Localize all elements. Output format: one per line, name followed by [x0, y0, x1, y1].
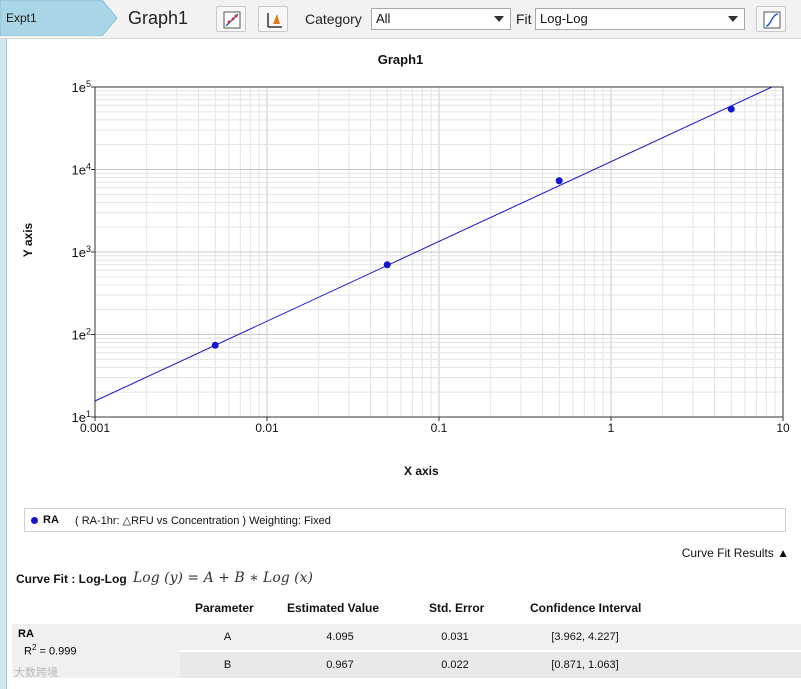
y-tick-exponent: 4 — [86, 162, 91, 172]
y-tick-label: 1e5 — [72, 79, 91, 95]
y-tick-base: 1e — [72, 80, 86, 95]
x-tick-labels: 0.001 0.01 0.1 1 10 — [80, 417, 790, 435]
data-point — [727, 105, 735, 113]
ci-cell: [0.871, 1.063] — [551, 659, 619, 671]
fit-line — [94, 86, 773, 402]
header-confidence-interval: Confidence Interval — [530, 601, 642, 615]
data-point — [555, 177, 563, 185]
x-tick-label: 1 — [608, 421, 615, 435]
legend: RA ( RA-1hr: △RFU vs Concentration ) Wei… — [24, 508, 786, 532]
y-tick-label: 1e4 — [72, 162, 91, 178]
y-tick-label: 1e2 — [72, 327, 91, 343]
y-tick-exponent: 1 — [86, 409, 91, 419]
r2-value: = 0.999 — [36, 645, 77, 658]
curve-fit-label: Curve Fit : Log-Log — [16, 572, 127, 586]
grid — [94, 87, 783, 418]
y-tick-exponent: 3 — [86, 244, 91, 254]
ci-cell: [3.962, 4.227] — [551, 631, 619, 643]
log-log-chart: 0.001 0.01 0.1 1 10 1e11e21e31e41e5 X axis Y… — [21, 79, 790, 478]
y-tick-base: 1e — [72, 163, 86, 178]
y-tick-exponent: 2 — [86, 327, 91, 337]
watermark-text: 大数跨境 — [14, 667, 58, 679]
curve-fit-results-toggle[interactable]: Curve Fit Results ▲ — [682, 546, 789, 560]
y-tick-exponent: 5 — [86, 79, 91, 89]
y-axis-label: Y axis — [21, 222, 35, 257]
y-tick-base: 1e — [72, 328, 86, 343]
x-tick-label: 0.01 — [255, 421, 279, 435]
table-row: B 0.967 0.022 [0.871, 1.063] — [180, 652, 801, 678]
legend-description: ( RA-1hr: △RFU vs Concentration ) Weight… — [75, 515, 331, 527]
table-row: A 4.095 0.031 [3.962, 4.227] — [180, 624, 801, 650]
header-estimated-value: Estimated Value — [287, 601, 380, 615]
value-cell: 0.967 — [326, 659, 354, 671]
x-tick-label: 0.1 — [431, 421, 448, 435]
y-tick-base: 1e — [72, 410, 86, 425]
r2-label: R — [24, 645, 32, 658]
y-tick-labels: 1e11e21e31e41e5 — [72, 79, 95, 425]
header-parameter: Parameter — [195, 601, 254, 615]
error-cell: 0.031 — [441, 631, 469, 643]
x-tick-label: 10 — [776, 421, 790, 435]
series-name: RA — [18, 628, 34, 640]
param-cell: B — [223, 659, 232, 671]
y-tick-base: 1e — [72, 245, 86, 260]
fit-equation: Log (y) = A + B ∗ Log (x) — [133, 570, 314, 586]
x-axis-label: X axis — [404, 464, 439, 478]
header-std-error: Std. Error — [429, 601, 485, 615]
error-cell: 0.022 — [441, 659, 469, 671]
r-squared: R2 = 0.999 — [24, 643, 76, 658]
param-cell: A — [223, 631, 232, 643]
value-cell: 4.095 — [326, 631, 354, 643]
data-point — [211, 341, 219, 349]
data-point — [383, 261, 391, 269]
legend-marker — [31, 517, 38, 524]
y-tick-label: 1e3 — [72, 244, 91, 260]
legend-series-name: RA — [43, 514, 59, 526]
